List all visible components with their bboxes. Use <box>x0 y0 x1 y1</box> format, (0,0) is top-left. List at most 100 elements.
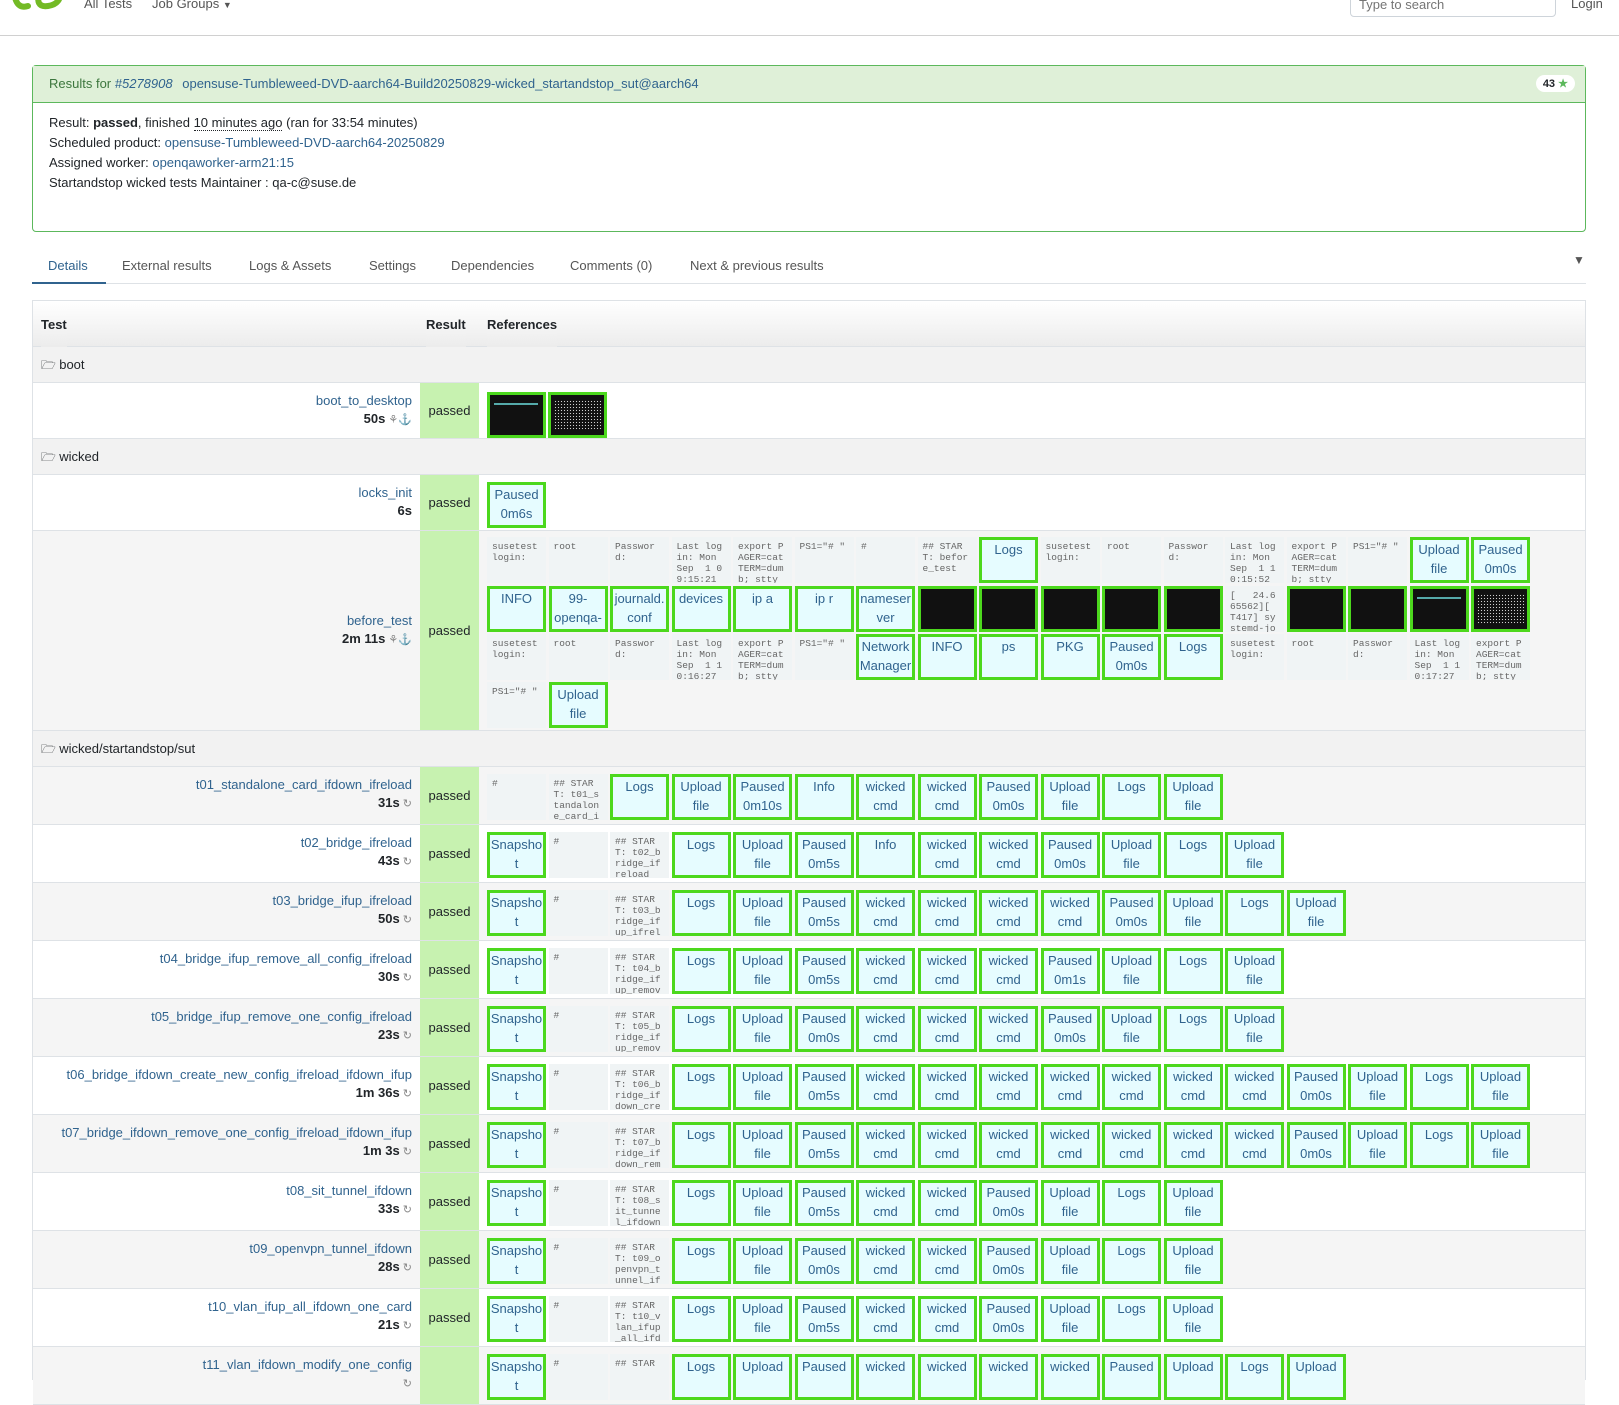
reference-box[interactable]: Paused 0m0s <box>1040 832 1100 878</box>
reference-box[interactable]: Logs <box>1409 1064 1469 1110</box>
reference-box[interactable]: wicked cmd <box>917 1122 977 1168</box>
reference-box[interactable]: wicked cmd <box>856 1064 915 1110</box>
console-text-reference[interactable]: root <box>1102 537 1161 583</box>
reference-box[interactable]: wicked cmd <box>1102 1064 1161 1110</box>
reference-box[interactable]: Logs <box>671 948 731 994</box>
tab-next-previous[interactable]: Next & previous results <box>690 258 824 273</box>
test-name-link[interactable]: t09_openvpn_tunnel_ifdown <box>33 1241 412 1256</box>
reference-box[interactable]: Upload file <box>1163 1296 1223 1342</box>
reference-box[interactable]: wicked cmd <box>917 832 977 878</box>
screenshot-thumbnail[interactable] <box>917 586 977 632</box>
reference-box[interactable]: Upload <box>1286 1354 1346 1400</box>
reference-box[interactable]: wicked cmd <box>856 1296 915 1342</box>
reference-box[interactable]: Logs <box>610 774 669 820</box>
reference-box[interactable]: wicked <box>979 1354 1038 1400</box>
console-text-reference[interactable]: # <box>548 1122 608 1168</box>
reference-box[interactable]: wicked cmd <box>1040 1122 1100 1168</box>
test-name-link[interactable]: t07_bridge_ifdown_remove_one_config_ifre… <box>33 1125 412 1140</box>
reference-box[interactable]: wicked cmd <box>917 1238 977 1284</box>
console-text-reference[interactable]: export P AGER=cat TERM=dum b; stty <box>733 537 792 583</box>
screenshot-thumbnail[interactable] <box>548 392 607 438</box>
reference-box[interactable]: Paused <box>1102 1354 1161 1400</box>
search-input[interactable] <box>1350 0 1556 17</box>
reference-box[interactable]: Logs <box>671 1122 731 1168</box>
reference-box[interactable]: Snapsho t <box>487 1064 546 1110</box>
reference-box[interactable]: wicked cmd <box>917 1006 977 1052</box>
reference-box[interactable]: Paused 0m0s <box>979 1180 1038 1226</box>
reference-box[interactable]: Logs <box>671 1238 731 1284</box>
reference-box[interactable]: Paused 0m0s <box>979 1238 1038 1284</box>
console-text-reference[interactable]: # <box>548 832 608 878</box>
reference-box[interactable]: wicked cmd <box>979 1006 1038 1052</box>
reference-box[interactable]: Upload file <box>1471 1064 1530 1110</box>
reference-box[interactable]: Upload file <box>733 890 792 936</box>
reference-box[interactable]: ip r <box>794 586 854 632</box>
console-text-reference[interactable]: # <box>548 1180 608 1226</box>
console-text-reference[interactable]: ## STAR T: t08_s it_tunne l_ifdown <box>610 1180 669 1226</box>
console-text-reference[interactable]: ## STAR T: t01_s tandalon e_card_i <box>548 774 608 820</box>
reference-box[interactable]: Paused 0m0s <box>1040 1006 1100 1052</box>
reference-box[interactable]: Upload file <box>1225 832 1284 878</box>
reference-box[interactable]: Upload file <box>1163 890 1223 936</box>
console-text-reference[interactable]: # <box>548 948 608 994</box>
test-name-link[interactable]: t04_bridge_ifup_remove_all_config_ifrelo… <box>33 951 412 966</box>
console-text-reference[interactable]: PS1="# " <box>794 537 854 583</box>
reference-box[interactable]: Upload file <box>1409 537 1469 583</box>
header-result[interactable]: Result <box>426 301 466 347</box>
test-name-link[interactable]: t03_bridge_ifup_ifreload <box>33 893 413 908</box>
reference-box[interactable]: wicked cmd <box>917 774 977 820</box>
reference-box[interactable]: Upload file <box>1040 774 1100 820</box>
reference-box[interactable]: wicked cmd <box>856 1180 915 1226</box>
reference-box[interactable]: Upload file <box>1348 1122 1407 1168</box>
reference-box[interactable]: Snapsho t <box>487 1006 546 1052</box>
reference-box[interactable]: Paused 0m5s <box>794 948 854 994</box>
filter-icon[interactable]: ▼ <box>1573 253 1585 267</box>
console-text-reference[interactable]: ## STAR T: befor e_test <box>917 537 977 583</box>
reference-box[interactable]: PKG <box>1040 634 1100 680</box>
reference-box[interactable]: Paused <box>794 1354 854 1400</box>
reference-box[interactable]: Paused 0m0s <box>1286 1064 1346 1110</box>
reference-box[interactable]: wicked cmd <box>856 890 915 936</box>
screenshot-thumbnail[interactable] <box>1409 586 1469 632</box>
reference-box[interactable]: Paused 0m5s <box>794 832 854 878</box>
reference-box[interactable]: Paused 0m1s <box>1040 948 1100 994</box>
reference-box[interactable]: wicked cmd <box>1040 890 1100 936</box>
console-text-reference[interactable]: susetest login: <box>1040 537 1100 583</box>
reference-box[interactable]: Paused 0m0s <box>979 774 1038 820</box>
console-text-reference[interactable]: # <box>548 1064 608 1110</box>
test-name-link[interactable]: locks_init <box>33 485 412 500</box>
reference-box[interactable]: wicked cmd <box>856 948 915 994</box>
reference-box[interactable]: Paused 0m5s <box>794 1122 854 1168</box>
console-text-reference[interactable]: # <box>487 774 546 820</box>
console-text-reference[interactable]: susetest login: <box>1225 634 1284 680</box>
console-text-reference[interactable]: Last log in: Mon Sep 1 0 9:15:21 <box>671 537 731 583</box>
console-text-reference[interactable]: # <box>548 1006 608 1052</box>
reference-box[interactable]: Paused 0m0s <box>1102 890 1161 936</box>
screenshot-thumbnail[interactable] <box>1040 586 1100 632</box>
reference-box[interactable]: wicked cmd <box>856 1238 915 1284</box>
reference-box[interactable]: Upload file <box>1040 1296 1100 1342</box>
reference-box[interactable]: Snapsho t <box>487 1296 546 1342</box>
reference-box[interactable]: Paused 0m5s <box>794 1064 854 1110</box>
test-name-link[interactable]: t08_sit_tunnel_ifdown <box>33 1183 412 1198</box>
tab-dependencies[interactable]: Dependencies <box>451 258 534 273</box>
screenshot-thumbnail[interactable] <box>1286 586 1346 632</box>
reference-box[interactable]: Upload file <box>1286 890 1346 936</box>
reference-box[interactable]: journald. conf <box>610 586 669 632</box>
reference-box[interactable]: Upload file <box>1102 1006 1161 1052</box>
console-text-reference[interactable]: export P AGER=cat TERM=dum b; stty <box>733 634 792 680</box>
reference-box[interactable]: Upload file <box>733 1122 792 1168</box>
reference-box[interactable]: Paused 0m5s <box>794 1296 854 1342</box>
reference-box[interactable]: Logs <box>671 1296 731 1342</box>
screenshot-thumbnail[interactable] <box>1163 586 1223 632</box>
reference-box[interactable]: Network Manager <box>856 634 915 680</box>
reference-box[interactable]: Info <box>794 774 854 820</box>
reference-box[interactable]: wicked cmd <box>917 1180 977 1226</box>
tab-logs-assets[interactable]: Logs & Assets <box>249 258 331 273</box>
reference-box[interactable]: wicked <box>856 1354 915 1400</box>
reference-box[interactable]: Snapsho t <box>487 948 546 994</box>
reference-box[interactable]: wicked cmd <box>856 1122 915 1168</box>
reference-box[interactable]: Upload file <box>1225 948 1284 994</box>
reference-box[interactable]: Logs <box>1163 832 1223 878</box>
reference-box[interactable]: Logs <box>671 1180 731 1226</box>
